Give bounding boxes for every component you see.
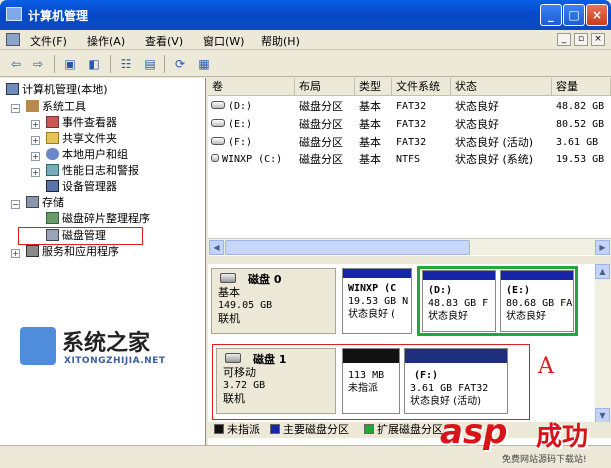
menu-file[interactable]: 文件(F) <box>30 33 67 49</box>
tree-item-local-users[interactable]: 本地用户和组 <box>46 147 128 163</box>
table-row[interactable]: WINXP (C:) 磁盘分区 基本 NTFS 状态良好 (系统) 19.53 … <box>208 151 611 168</box>
menu-action[interactable]: 操作(A) <box>87 33 125 49</box>
hard-disk-icon <box>220 273 236 283</box>
tree-item-shared-folders[interactable]: 共享文件夹 <box>46 131 117 147</box>
partition-c[interactable]: WINXP (C 19.53 GB N 状态良好 ( <box>342 268 412 334</box>
menu-view[interactable]: 查看(V) <box>145 33 183 49</box>
table-row[interactable]: (D:) 磁盘分区 基本 FAT32 状态良好 48.82 GB <box>208 98 611 115</box>
partition-e[interactable]: (E:) 80.68 GB FA 状态良好 <box>500 270 574 332</box>
defrag-icon <box>46 212 59 224</box>
window-title: 计算机管理 <box>28 9 89 23</box>
expand-icon[interactable]: + <box>31 168 40 177</box>
col-header-type[interactable]: 类型 <box>355 78 392 96</box>
partition-unallocated[interactable]: 113 MB 未指派 <box>342 348 400 414</box>
expand-icon[interactable]: + <box>11 249 20 258</box>
watermark-asp: asp 成功 免费网站源码下载站! <box>440 412 589 465</box>
properties-icon[interactable]: ☷ <box>116 55 136 73</box>
horizontal-scrollbar[interactable]: ◀ ▶ <box>208 238 611 255</box>
col-header-layout[interactable]: 布局 <box>295 78 355 96</box>
drive-icon <box>211 101 225 109</box>
tree-item-device-manager[interactable]: 设备管理器 <box>46 179 117 195</box>
tree-item-storage[interactable]: 存储 <box>26 195 64 211</box>
tree-item-event-viewer[interactable]: 事件查看器 <box>46 115 117 131</box>
table-row[interactable]: (F:) 磁盘分区 基本 FAT32 状态良好 (活动) 3.61 GB <box>208 134 611 151</box>
disk-management-highlight <box>18 227 143 245</box>
storage-icon <box>26 196 39 208</box>
watermark-xitongzhijia: 系统之家 XITONGZHIJIA.NET <box>20 325 220 375</box>
xitongzhijia-logo-icon <box>20 327 56 365</box>
mdi-restore-button[interactable]: ▫ <box>574 33 588 46</box>
forward-arrow-icon[interactable]: ⇨ <box>28 55 48 73</box>
event-viewer-icon <box>46 116 59 128</box>
menu-window[interactable]: 窗口(W) <box>203 33 244 49</box>
partition-f[interactable]: (F:) 3.61 GB FAT32 状态良好 (活动) <box>404 348 508 414</box>
col-header-status[interactable]: 状态 <box>451 78 552 96</box>
scroll-up-icon[interactable]: ▲ <box>595 264 610 279</box>
tree-item-perf-logs[interactable]: 性能日志和警报 <box>46 163 139 179</box>
close-button[interactable]: × <box>586 4 608 26</box>
export-list-icon[interactable]: ▦ <box>194 55 214 73</box>
menu-bar: 文件(F) 操作(A) 查看(V) 窗口(W) 帮助(H) _ ▫ × <box>0 30 611 50</box>
col-header-filesystem[interactable]: 文件系统 <box>392 78 451 96</box>
drive-icon <box>211 119 225 127</box>
expand-icon[interactable]: + <box>31 152 40 161</box>
expand-icon[interactable]: + <box>31 136 40 145</box>
computer-icon <box>6 83 19 95</box>
collapse-icon[interactable]: − <box>11 200 20 209</box>
mdi-close-button[interactable]: × <box>591 33 605 46</box>
table-row[interactable]: (E:) 磁盘分区 基本 FAT32 状态良好 80.52 GB <box>208 116 611 133</box>
tree-item-defrag[interactable]: 磁盘碎片整理程序 <box>46 211 150 227</box>
system-drive-icon <box>211 154 219 162</box>
col-header-volume[interactable]: 卷 <box>208 78 295 96</box>
mdi-minimize-button[interactable]: _ <box>557 33 571 46</box>
device-manager-icon <box>46 180 59 192</box>
disk-0-label[interactable]: 磁盘 0 基本 149.05 GB 联机 <box>211 268 336 334</box>
legend-extended: 扩展磁盘分区 <box>364 423 443 437</box>
refresh-icon[interactable]: ⟳ <box>170 55 190 73</box>
up-folder-icon[interactable]: ▣ <box>60 55 80 73</box>
collapse-icon[interactable]: − <box>11 104 20 113</box>
expand-icon[interactable]: + <box>31 120 40 129</box>
mmc-icon[interactable] <box>6 33 20 46</box>
shared-folder-icon <box>46 132 59 144</box>
pane-splitter[interactable] <box>208 256 611 264</box>
disk-1-label[interactable]: 磁盘 1 可移动 3.72 GB 联机 <box>216 348 336 414</box>
help-icon[interactable]: ▤ <box>140 55 160 73</box>
legend-unallocated: 未指派 <box>214 423 260 437</box>
performance-icon <box>46 164 59 176</box>
legend-primary: 主要磁盘分区 <box>270 423 349 437</box>
maximize-button[interactable]: □ <box>563 4 585 26</box>
users-icon <box>46 148 59 160</box>
disk-graphical-view: 磁盘 0 基本 149.05 GB 联机 WINXP (C 19.53 GB N… <box>208 264 611 424</box>
tools-icon <box>26 100 39 112</box>
toolbar: ⇦ ⇨ ▣ ◧ ☷ ▤ ⟳ ▦ <box>0 51 611 77</box>
scroll-thumb[interactable] <box>225 240 470 255</box>
back-arrow-icon[interactable]: ⇦ <box>6 55 26 73</box>
scroll-left-icon[interactable]: ◀ <box>209 240 224 255</box>
tree-item-computer-management[interactable]: 计算机管理(本地) <box>6 82 108 98</box>
minimize-button[interactable]: _ <box>540 4 562 26</box>
removable-disk-icon <box>225 353 241 363</box>
tree-item-services[interactable]: 服务和应用程序 <box>26 244 119 260</box>
partition-d[interactable]: (D:) 48.83 GB F 状态良好 <box>422 270 496 332</box>
annotation-label-a: A <box>538 354 554 379</box>
vertical-scrollbar[interactable]: ▲ ▼ <box>595 264 611 424</box>
show-hide-tree-icon[interactable]: ◧ <box>84 55 104 73</box>
menu-help[interactable]: 帮助(H) <box>261 33 300 49</box>
details-pane: 卷 布局 类型 文件系统 状态 容量 (D:) 磁盘分区 基本 FAT32 状态… <box>208 78 611 445</box>
scroll-right-icon[interactable]: ▶ <box>595 240 610 255</box>
console-tree: 计算机管理(本地) − 系统工具 + 事件查看器 + 共享文件夹 + 本地用户和… <box>0 78 206 445</box>
computer-management-icon <box>6 7 22 21</box>
services-icon <box>26 245 39 257</box>
tree-item-system-tools[interactable]: 系统工具 <box>26 99 86 115</box>
col-header-capacity[interactable]: 容量 <box>552 78 611 96</box>
removable-drive-icon <box>211 137 225 145</box>
title-bar[interactable]: 计算机管理 _ □ × <box>0 0 611 30</box>
